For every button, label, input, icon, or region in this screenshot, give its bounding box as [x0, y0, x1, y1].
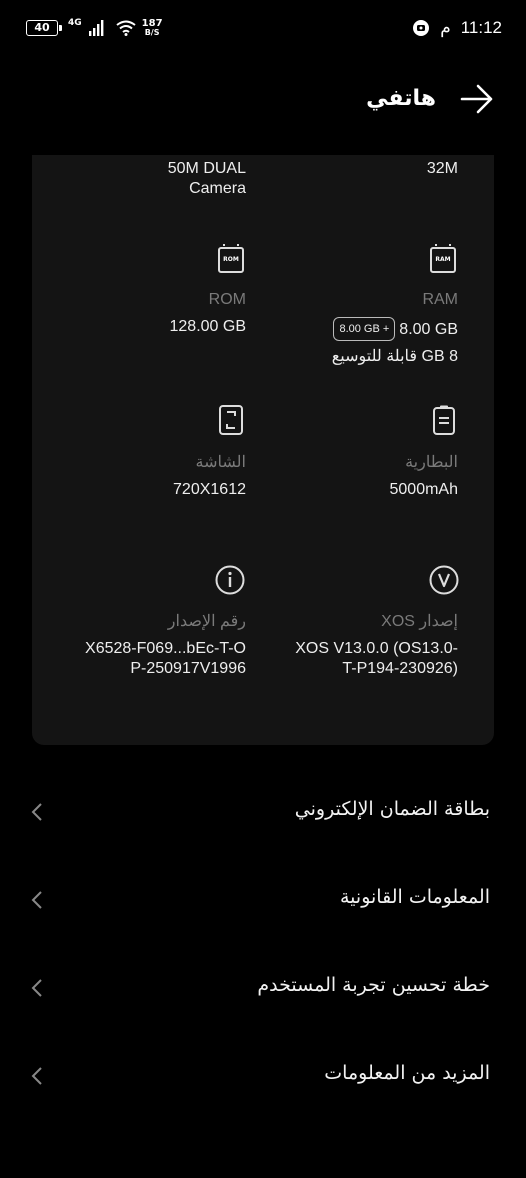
- rear-camera-value-1: 50M DUAL: [167, 160, 246, 177]
- battery-level: 40: [34, 20, 50, 34]
- screen-cell: الشاشة 720X1612: [32, 452, 246, 500]
- rear-camera-cell: 50M DUAL Camera: [32, 159, 246, 199]
- ram-value-row: 8.00 GB +8.00 GB: [332, 317, 458, 341]
- clock-time: 11:12: [460, 18, 502, 37]
- chevron-left-icon: [31, 979, 42, 997]
- screen-icon: [219, 405, 243, 435]
- screen-label: الشاشة: [195, 454, 246, 471]
- ram-value: 8.00 GB: [399, 321, 458, 338]
- ram-expand-text: 8 GB قابلة للتوسيع: [331, 348, 458, 365]
- info-icon: [215, 565, 245, 595]
- build-value-2: P-250917V1996: [130, 660, 246, 677]
- front-camera-cell: 32M: [427, 159, 458, 179]
- xos-value-2: T-P194-230926): [342, 660, 458, 677]
- xos-version-icon: [429, 565, 459, 595]
- build-label: رقم الإصدار: [167, 613, 246, 630]
- battery-label: البطارية: [405, 454, 458, 471]
- xos-value-1: XOS V13.0.0 (OS13.0-: [295, 640, 458, 657]
- back-arrow-icon[interactable]: [460, 84, 494, 114]
- net-speed: 187 B/S: [142, 18, 163, 37]
- rom-icon: ROM: [218, 244, 244, 273]
- notification-icon: [413, 20, 430, 36]
- header: هاتفي: [0, 80, 526, 120]
- menu-item-ux-program[interactable]: خطة تحسين تجربة المستخدم: [0, 958, 526, 1018]
- menu-item-more-info[interactable]: المزيد من المعلومات: [0, 1046, 526, 1106]
- battery-value: 5000mAh: [389, 481, 459, 498]
- status-right: م 11:12: [412, 18, 502, 38]
- battery-icon: 40: [26, 19, 62, 36]
- specs-card: 32M 50M DUAL Camera RAM ROM RAM 8.00 GB …: [32, 155, 494, 745]
- menu-label: بطاقة الضمان الإلكتروني: [294, 798, 490, 820]
- xos-cell: إصدار XOS XOS V13.0.0 (OS13.0- T-P194-23…: [295, 611, 458, 679]
- ram-cell: RAM 8.00 GB +8.00 GB 8 GB قابلة للتوسيع: [332, 291, 458, 367]
- menu-item-legal[interactable]: المعلومات القانونية: [0, 870, 526, 930]
- ram-icon: RAM: [430, 244, 456, 273]
- battery-cell: البطارية 5000mAh: [390, 452, 459, 500]
- rom-value: 128.00 GB: [169, 318, 247, 335]
- page-title: هاتفي: [366, 86, 436, 111]
- build-cell: رقم الإصدار X6528-F069...bEc-T-O P-25091…: [32, 611, 246, 679]
- clock-ampm: م: [440, 18, 451, 37]
- battery-spec-icon: [433, 405, 455, 435]
- ram-icon-text: RAM: [435, 256, 451, 263]
- build-value-1: X6528-F069...bEc-T-O: [85, 640, 246, 657]
- ram-expand-badge: 8.00 GB +: [333, 317, 396, 341]
- chevron-left-icon: [31, 803, 42, 821]
- rom-cell: ROM 128.00 GB: [32, 291, 247, 337]
- chevron-left-icon: [31, 1067, 42, 1085]
- screen-value: 720X1612: [173, 481, 246, 498]
- front-camera-value: 32M: [426, 160, 458, 177]
- status-bar: 40 4G 187 B/S م 11:12: [0, 0, 526, 58]
- status-left: 40 4G 187 B/S: [26, 18, 163, 37]
- menu-label: خطة تحسين تجربة المستخدم: [257, 974, 490, 996]
- menu-item-warranty[interactable]: بطاقة الضمان الإلكتروني: [0, 782, 526, 842]
- wifi-icon: [116, 20, 136, 36]
- rom-label: ROM: [208, 291, 246, 308]
- chevron-left-icon: [31, 891, 42, 909]
- menu-label: المعلومات القانونية: [340, 886, 490, 908]
- ram-label: RAM: [422, 291, 458, 308]
- rear-camera-value-2: Camera: [189, 180, 246, 197]
- rom-icon-text: ROM: [223, 256, 239, 263]
- menu-label: المزيد من المعلومات: [324, 1062, 490, 1084]
- network-type: 4G: [68, 18, 82, 28]
- xos-label: إصدار XOS: [381, 613, 458, 630]
- net-speed-unit: B/S: [144, 28, 160, 37]
- signal-icon: [88, 19, 104, 36]
